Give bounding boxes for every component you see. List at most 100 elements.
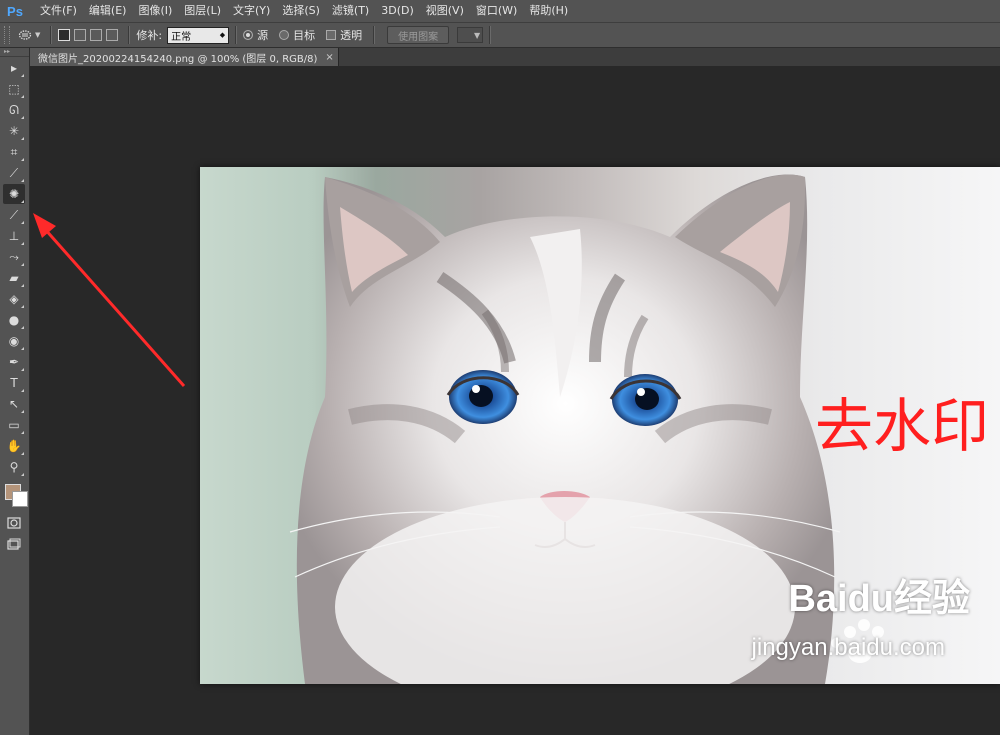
close-icon[interactable]: ×: [325, 52, 333, 63]
lasso-tool[interactable]: ᘏ: [3, 100, 25, 120]
chevron-updown-icon: ◆: [219, 31, 226, 39]
tool-flyout-indicator: [21, 263, 24, 266]
move-tool[interactable]: ▸: [3, 58, 25, 78]
crop-tool[interactable]: ⌗: [3, 142, 25, 162]
tool-flyout-indicator: [21, 389, 24, 392]
clone-stamp-tool[interactable]: ⊥: [3, 226, 25, 246]
menu-select[interactable]: 选择(S): [276, 0, 326, 22]
menu-help[interactable]: 帮助(H): [523, 0, 574, 22]
options-bar: ▼ 修补: 正常 ◆ 源 目标 透明 使用图案 ▼: [0, 22, 1000, 48]
tool-flyout-indicator: [21, 116, 24, 119]
tool-flyout-indicator: [21, 74, 24, 77]
path-selection-tool[interactable]: ↖: [3, 394, 25, 414]
history-brush-tool[interactable]: ⤳: [3, 247, 25, 267]
rectangular-marquee-icon: ⬚: [8, 82, 20, 96]
type-icon: T: [10, 376, 18, 390]
brush-icon: ⟋: [9, 207, 19, 222]
hand-icon: ✋: [6, 439, 22, 453]
tool-preset-picker[interactable]: ▼: [18, 28, 40, 42]
menu-3d[interactable]: 3D(D): [375, 0, 420, 22]
eyedropper-icon: ⟋: [9, 165, 19, 180]
destination-radio[interactable]: [279, 30, 290, 40]
photoshop-logo: Ps: [7, 3, 23, 19]
marquee-tool[interactable]: ⬚: [3, 79, 25, 99]
paint-bucket-icon: ◈: [9, 292, 19, 306]
history-brush-icon: ⤳: [9, 249, 19, 264]
transparent-checkbox[interactable]: [326, 30, 337, 40]
menu-view[interactable]: 视图(V): [420, 0, 470, 22]
background-color-swatch[interactable]: [12, 491, 28, 507]
tool-flyout-indicator: [21, 137, 24, 140]
pattern-picker[interactable]: ▼: [457, 27, 484, 43]
menu-image[interactable]: 图像(I): [132, 0, 178, 22]
document-tab[interactable]: 微信图片_20200224154240.png @ 100% (图层 0, RG…: [30, 48, 339, 66]
zoom-tool[interactable]: ⚲: [3, 457, 25, 477]
dodge-tool[interactable]: ◉: [3, 331, 25, 351]
menu-layer[interactable]: 图层(L): [178, 0, 227, 22]
chevron-down-icon: ▼: [473, 30, 481, 40]
rectangle-tool[interactable]: ▭: [3, 415, 25, 435]
menu-type[interactable]: 文字(Y): [227, 0, 276, 22]
divider: [489, 26, 492, 44]
tools-panel: ▸▸ ▸ ⬚ ᘏ ✳ ⌗ ⟋ ✺ ⟋ ⊥ ⤳ ▰ ◈ ● ◉ ✒ T ↖ ▭ ✋ ⚲: [0, 48, 30, 735]
eyedropper-tool[interactable]: ⟋: [3, 163, 25, 183]
add-to-selection-button[interactable]: [74, 29, 87, 41]
pen-tool[interactable]: ✒: [3, 352, 25, 372]
tool-flyout-indicator: [21, 158, 24, 161]
new-selection-button[interactable]: [58, 29, 71, 41]
divider: [373, 26, 376, 44]
document-canvas[interactable]: 去水印 Baidu经验 jingyan.baidu.com: [200, 167, 1000, 684]
intersect-selection-button[interactable]: [106, 29, 119, 41]
tool-flyout-indicator: [21, 431, 24, 434]
paint-bucket-tool[interactable]: ◈: [3, 289, 25, 309]
blur-tool[interactable]: ●: [3, 310, 25, 330]
clone-stamp-icon: ⊥: [8, 229, 20, 243]
source-label: 源: [257, 29, 269, 42]
dodge-icon: ◉: [8, 334, 20, 348]
destination-label: 目标: [293, 29, 316, 42]
hand-tool[interactable]: ✋: [3, 436, 25, 456]
patch-mode-select[interactable]: 正常 ◆: [167, 26, 230, 44]
watermark-text: 去水印: [815, 392, 990, 460]
magic-wand-tool[interactable]: ✳: [3, 121, 25, 141]
quick-mask-button[interactable]: [3, 513, 25, 533]
pen-icon: ✒: [8, 355, 20, 369]
patch-icon: [18, 30, 32, 40]
patch-icon: ✺: [8, 187, 20, 201]
menu-file[interactable]: 文件(F): [34, 0, 83, 22]
tool-flyout-indicator: [21, 347, 24, 350]
menu-filter[interactable]: 滤镜(T): [326, 0, 375, 22]
tool-flyout-indicator: [21, 305, 24, 308]
patch-label: 修补:: [136, 29, 163, 42]
options-bar-grip[interactable]: [4, 26, 10, 44]
patch-tool[interactable]: ✺: [3, 184, 25, 204]
document-tab-title: 微信图片_20200224154240.png @ 100% (图层 0, RG…: [38, 53, 318, 65]
menu-window[interactable]: 窗口(W): [470, 0, 523, 22]
tool-flyout-indicator: [21, 410, 24, 413]
crop-icon: ⌗: [10, 144, 18, 159]
source-radio[interactable]: [243, 30, 254, 40]
subtract-from-selection-button[interactable]: [90, 29, 103, 41]
chevron-down-icon: ▼: [35, 31, 41, 39]
tools-panel-collapse-icon[interactable]: ▸▸: [0, 48, 29, 57]
patch-mode-value: 正常: [171, 31, 192, 43]
zoom-icon: ⚲: [9, 460, 19, 474]
lasso-icon: ᘏ: [9, 102, 19, 117]
type-tool[interactable]: T: [3, 373, 25, 393]
use-pattern-button[interactable]: 使用图案: [387, 26, 450, 44]
tool-flyout-indicator: [21, 179, 24, 182]
tool-flyout-indicator: [21, 95, 24, 98]
baidu-jingyan-url: jingyan.baidu.com: [751, 634, 945, 661]
tool-list: ▸ ⬚ ᘏ ✳ ⌗ ⟋ ✺ ⟋ ⊥ ⤳ ▰ ◈ ● ◉ ✒ T ↖ ▭ ✋ ⚲: [0, 58, 29, 477]
blur-icon: ●: [8, 313, 20, 327]
brush-tool[interactable]: ⟋: [3, 205, 25, 225]
color-swatches: [2, 481, 28, 509]
menu-edit[interactable]: 编辑(E): [83, 0, 133, 22]
screen-mode-button[interactable]: [3, 534, 25, 554]
eraser-icon: ▰: [9, 271, 19, 285]
divider: [128, 26, 131, 44]
rectangle-icon: ▭: [8, 418, 20, 432]
path-selection-icon: ↖: [8, 397, 20, 411]
eraser-tool[interactable]: ▰: [3, 268, 25, 288]
transparent-label: 透明: [340, 29, 363, 42]
